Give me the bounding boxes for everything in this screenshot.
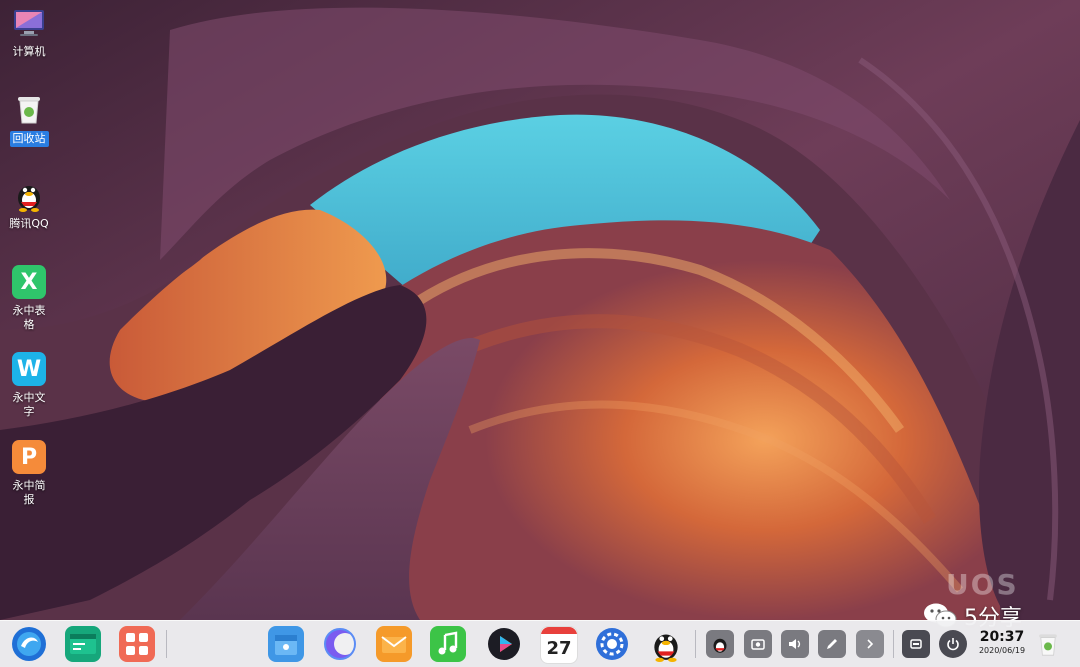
power-button[interactable]	[939, 630, 967, 658]
dock-trash-button[interactable]	[1034, 629, 1062, 659]
dock-separator	[695, 630, 696, 658]
tray-pen-button[interactable]	[818, 630, 846, 658]
dock: 27 20:37 2020/06/19	[0, 620, 1080, 667]
presentation-icon: P	[12, 440, 46, 474]
tray-screenshot-button[interactable]	[744, 630, 772, 658]
qq-icon	[654, 634, 678, 662]
desktop-icon-label: 回收站	[9, 131, 49, 147]
computer-icon	[12, 6, 46, 40]
browser-icon	[324, 628, 356, 660]
power-icon	[947, 638, 959, 651]
screenshot-icon	[751, 639, 765, 650]
trash-icon	[1039, 634, 1057, 656]
desktop-icon-label: 永中简报	[12, 479, 46, 506]
multitask-view-button[interactable]	[902, 630, 930, 658]
spreadsheet-icon: X	[12, 265, 46, 299]
dock-calendar-button[interactable]: 27	[540, 626, 578, 664]
desktop-icon-trash[interactable]: 回收站	[2, 92, 56, 147]
clock-date: 2020/06/19	[978, 646, 1026, 655]
desktop-icon-yozo-presentation[interactable]: P 永中简报	[2, 440, 56, 507]
desktop-icon-label: 计算机	[12, 45, 46, 58]
volume-icon	[789, 639, 801, 649]
document-icon: W	[12, 352, 46, 386]
desktop-icon-yozo-writer[interactable]: W 永中文字	[2, 352, 56, 419]
desktop-wallpaper	[0, 0, 1080, 666]
desktop-icon-label: 永中文字	[12, 391, 46, 418]
calendar-icon: 27	[541, 627, 577, 663]
datetime-widget[interactable]: 20:37 2020/06/19	[974, 629, 1030, 657]
dock-mail-button[interactable]	[376, 626, 412, 662]
desktop-icon-yozo-spreadsheet[interactable]: X 永中表格	[2, 265, 56, 332]
desktop-icon-label: 永中表格	[12, 304, 46, 331]
tray-qq-button[interactable]	[706, 630, 734, 658]
chevron-right-icon	[867, 639, 874, 649]
multitask-view-icon	[910, 639, 922, 649]
trash-icon	[12, 92, 46, 126]
qq-icon	[12, 178, 46, 212]
pen-icon	[827, 639, 837, 649]
system-settings-icon	[596, 628, 628, 660]
dock-browser-button[interactable]	[322, 626, 358, 662]
file-manager-icon	[70, 634, 96, 654]
dock-system-settings-button[interactable]	[594, 626, 630, 662]
video-player-icon	[488, 628, 520, 660]
tray-volume-button[interactable]	[781, 630, 809, 658]
app-store-icon	[126, 633, 148, 655]
clock-time: 20:37	[979, 629, 1025, 645]
tray-expand-button[interactable]	[856, 630, 884, 658]
dock-separator	[166, 630, 167, 658]
calendar-day: 27	[546, 638, 572, 659]
launcher-icon	[12, 627, 46, 661]
dock-package-installer-button[interactable]	[268, 626, 304, 662]
dock-launcher-button[interactable]	[11, 626, 47, 662]
music-icon	[438, 631, 458, 655]
desktop-icon-computer[interactable]: 计算机	[2, 6, 56, 59]
qq-tray-icon	[713, 638, 727, 653]
dock-separator	[893, 630, 894, 658]
dock-video-player-button[interactable]	[486, 626, 522, 662]
mail-icon	[381, 636, 407, 653]
desktop-icon-qq[interactable]: 腾讯QQ	[2, 178, 56, 231]
package-installer-icon	[275, 635, 297, 655]
uos-watermark: UOS	[946, 568, 1019, 601]
desktop-icon-label: 腾讯QQ	[9, 217, 49, 230]
dock-app-store-button[interactable]	[119, 626, 155, 662]
dock-file-manager-button[interactable]	[65, 626, 101, 662]
dock-music-button[interactable]	[430, 626, 466, 662]
dock-qq-button[interactable]	[648, 626, 684, 662]
